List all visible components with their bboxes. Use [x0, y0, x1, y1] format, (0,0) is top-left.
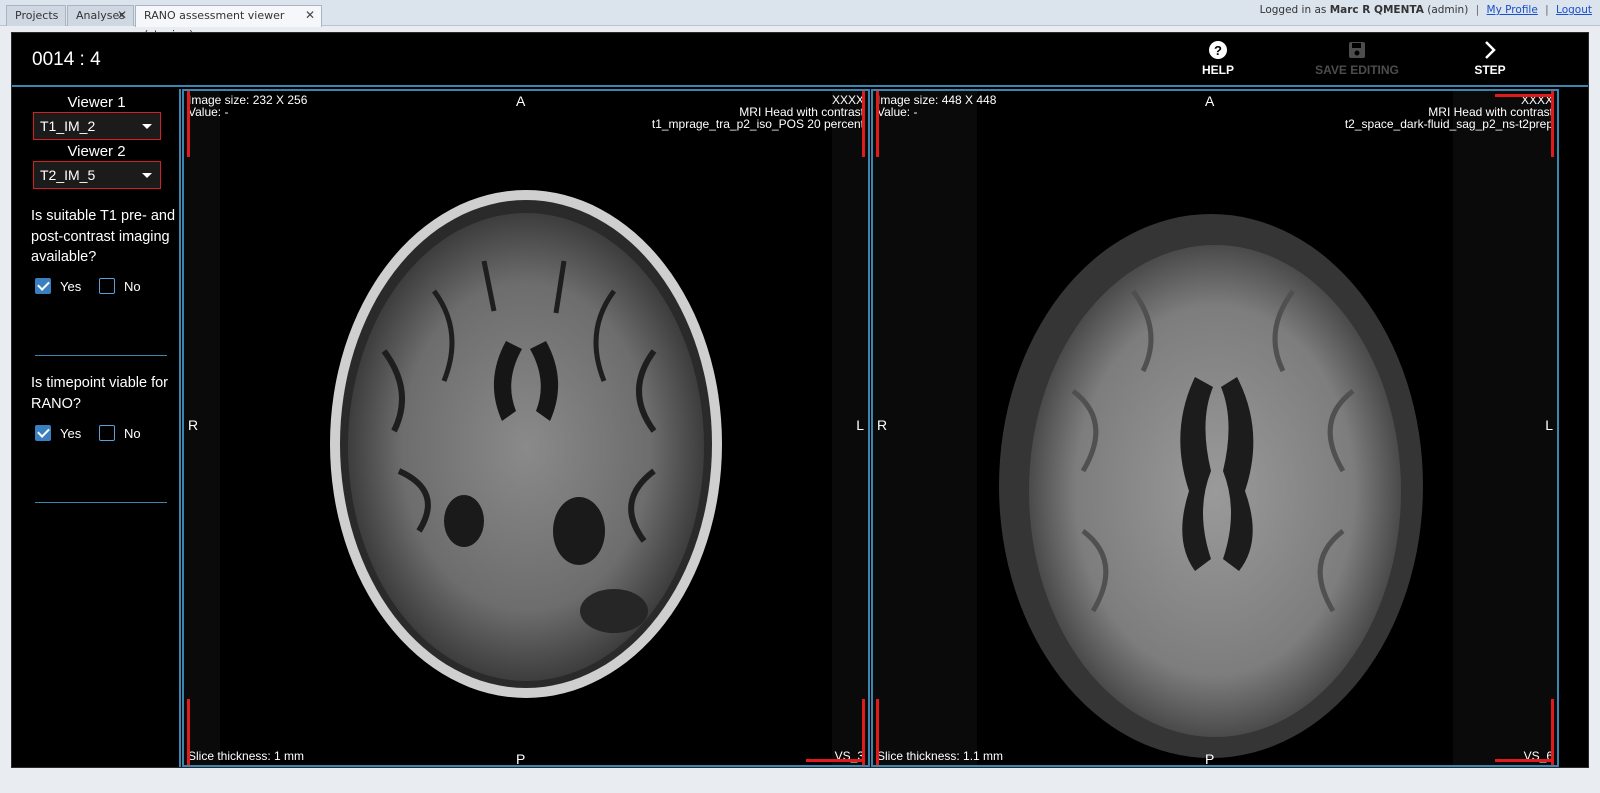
- viewer1-select[interactable]: T1_IM_2: [33, 112, 161, 140]
- viewer1-label: Viewer 1: [67, 94, 126, 111]
- corner-marker: [862, 699, 865, 765]
- orientation-right: R: [188, 417, 199, 433]
- corner-marker: [862, 91, 865, 157]
- help-label: HELP: [1201, 63, 1234, 77]
- corner-marker: [187, 91, 190, 157]
- viewer2-value: T2_IM_5: [40, 167, 96, 183]
- question-timepoint-viable: Is timepoint viable for RANO?: [31, 375, 169, 412]
- orientation-left: L: [1545, 417, 1553, 433]
- save-label: SAVE EDITING: [1315, 63, 1399, 77]
- q1-no-label: No: [124, 279, 141, 294]
- login-prefix: Logged in as: [1259, 4, 1327, 16]
- tab-analyses[interactable]: Analyses ✕: [67, 5, 134, 26]
- corner-marker: [1495, 759, 1553, 762]
- divider: [35, 502, 167, 503]
- help-icon: ?: [1168, 37, 1268, 63]
- q1-yes-label: Yes: [60, 279, 82, 294]
- q2-no-label: No: [124, 426, 141, 441]
- mri-image-t2-flair: [999, 214, 1423, 758]
- close-icon[interactable]: ✕: [305, 6, 315, 25]
- login-role: (admin): [1427, 4, 1469, 16]
- value-text: Value: -: [188, 105, 229, 119]
- svg-text:?: ?: [1214, 43, 1222, 58]
- mri-image-t1: [330, 190, 722, 698]
- save-editing-button[interactable]: SAVE EDITING: [1297, 37, 1417, 83]
- my-profile-link[interactable]: My Profile: [1487, 4, 1538, 16]
- chevron-right-icon: [1440, 37, 1540, 63]
- tab-label: Projects: [15, 9, 59, 22]
- login-user: Marc R QMENTA: [1329, 4, 1424, 16]
- step-label: STEP: [1474, 63, 1506, 77]
- tab-projects[interactable]: Projects: [6, 5, 66, 26]
- series-description: t2_space_dark-fluid_sag_p2_ns-t2prep: [1344, 117, 1553, 131]
- q2-no-checkbox[interactable]: [99, 425, 115, 441]
- viewer1-value: T1_IM_2: [40, 118, 96, 134]
- sidebar: Viewer 1 T1_IM_2 Viewer 2 T2_IM_5 Is sui…: [12, 89, 181, 767]
- tab-rano-viewer[interactable]: RANO assessment viewer (staging) ✕: [135, 5, 322, 41]
- question-t1-contrast: Is suitable T1 pre- and post-contrast im…: [31, 208, 176, 265]
- corner-marker: [1495, 94, 1553, 97]
- q1-no-checkbox[interactable]: [99, 278, 115, 294]
- orientation-right: R: [877, 417, 888, 433]
- help-button[interactable]: ? HELP: [1168, 37, 1268, 83]
- q2-yes-label: Yes: [60, 426, 82, 441]
- top-bar: Projects Analyses ✕ RANO assessment view…: [0, 0, 1600, 41]
- slice-thickness-text: Slice thickness: 1 mm: [188, 749, 305, 763]
- save-icon: [1297, 37, 1417, 63]
- orientation-posterior: P: [516, 751, 526, 767]
- page-title: 0014 : 4: [32, 49, 101, 70]
- orientation-left: L: [856, 417, 864, 433]
- orientation-posterior: P: [1205, 751, 1215, 767]
- rano-viewer-app: 0014 : 4 ? HELP SAVE EDITING STEP Viewer…: [11, 32, 1589, 768]
- chevron-down-icon: [142, 124, 152, 129]
- close-icon[interactable]: ✕: [117, 6, 127, 25]
- corner-marker: [1551, 91, 1554, 157]
- viewer-1[interactable]: Image size: 232 X 256 Value: - XXXX MRI …: [182, 89, 870, 767]
- q2-yes-checkbox[interactable]: [35, 425, 51, 441]
- orientation-anterior: A: [516, 93, 526, 109]
- corner-marker: [187, 699, 190, 765]
- chevron-down-icon: [142, 173, 152, 178]
- corner-marker: [876, 699, 879, 765]
- orientation-anterior: A: [1205, 93, 1215, 109]
- value-text: Value: -: [877, 105, 918, 119]
- viewer-header: 0014 : 4 ? HELP SAVE EDITING STEP: [12, 33, 1588, 87]
- q1-yes-checkbox[interactable]: [35, 278, 51, 294]
- corner-marker: [806, 759, 864, 762]
- corner-marker: [1551, 699, 1554, 765]
- slice-thickness-text: Slice thickness: 1.1 mm: [877, 749, 1004, 763]
- corner-marker: [876, 91, 879, 157]
- logout-link[interactable]: Logout: [1556, 4, 1592, 16]
- step-button[interactable]: STEP: [1440, 37, 1540, 83]
- login-info: Logged in as Marc R QMENTA (admin) | My …: [1259, 4, 1592, 16]
- viewer2-label: Viewer 2: [67, 143, 126, 160]
- series-description: t1_mprage_tra_p2_iso_POS 20 percent: [651, 117, 864, 131]
- viewer-2[interactable]: Image size: 448 X 448 Value: - XXXX MRI …: [871, 89, 1559, 767]
- divider: [35, 355, 167, 356]
- viewer2-select[interactable]: T2_IM_5: [33, 161, 161, 189]
